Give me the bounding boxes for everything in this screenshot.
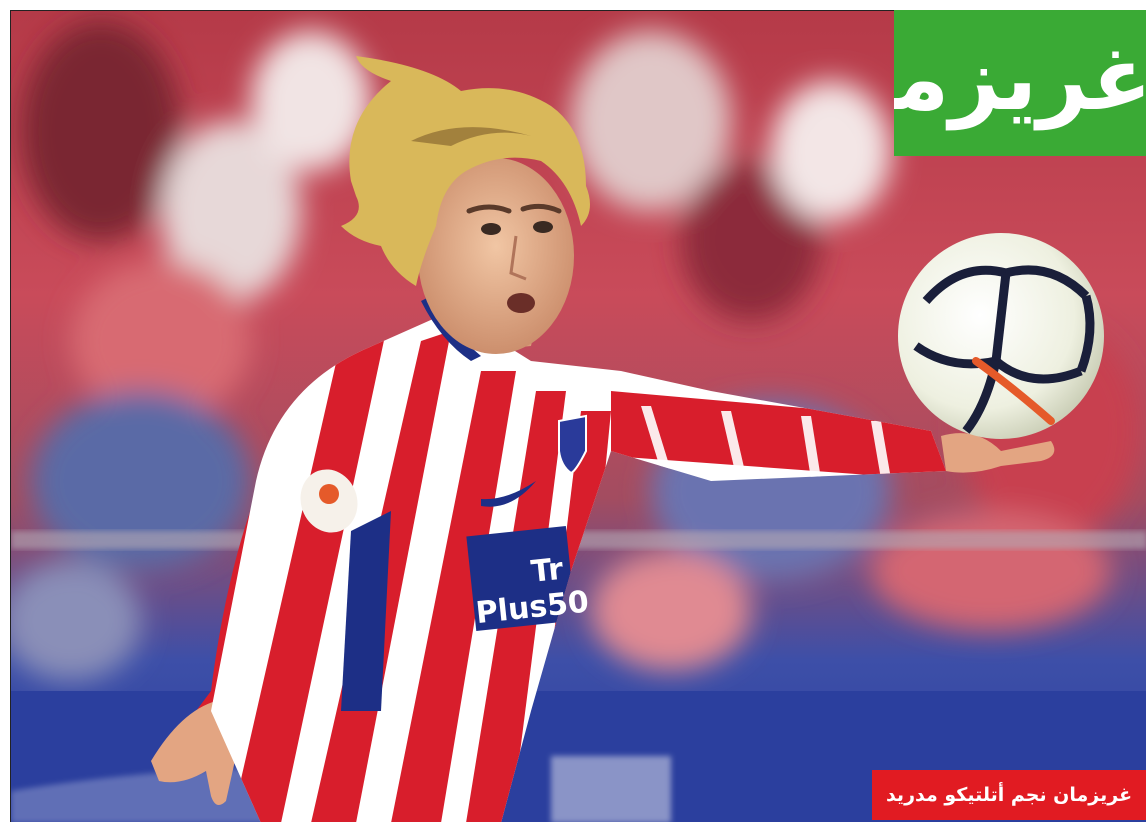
- headline-title: غريزمان: [894, 27, 1146, 130]
- photo-caption: غريزمان نجم أتلتيكو مدريد: [885, 784, 1133, 806]
- photo-caption-banner: غريزمان نجم أتلتيكو مدريد: [872, 770, 1146, 820]
- football: [898, 233, 1104, 439]
- sponsor-logo-top: Tr: [529, 552, 565, 590]
- headline-banner: غريزمان: [894, 10, 1146, 156]
